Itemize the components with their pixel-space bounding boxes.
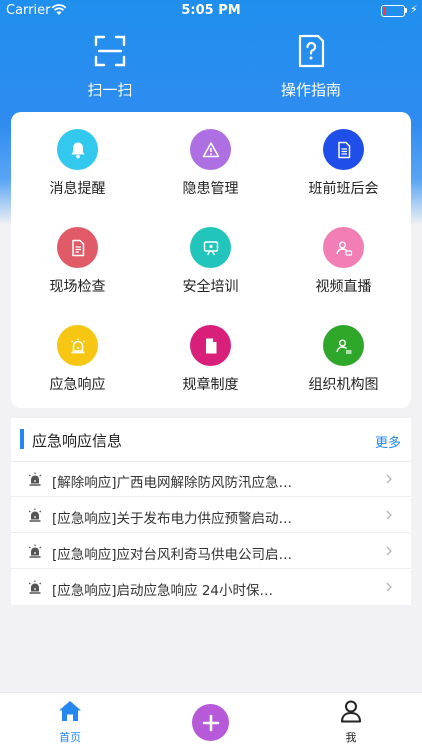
news-item-text: [应急响应]应对台风利奇马供电公司启… [52,547,293,563]
news-item-text: [解除响应]广西电网解除防风防汛应急… [52,475,293,491]
siren-icon [57,325,98,366]
grid-item-safety-training[interactable]: 安全培训 [144,227,277,296]
emergency-news-card: 应急响应信息 更多 [解除响应]广西电网解除防风防汛应急… [应急响应]关于发布… [11,418,411,605]
grid-item-notifications[interactable]: 消息提醒 [11,129,144,198]
news-item-text: [应急响应]关于发布电力供应预警启动… [52,511,293,527]
home-icon [59,701,81,721]
checklist-icon [57,227,98,268]
function-grid: 消息提醒 隐患管理 班前班后会 现场检查 安全培训 视频直播 应急响应 规章制度… [11,112,411,408]
news-header: 应急响应信息 更多 [11,418,411,462]
grid-item-label: 安全培训 [182,279,239,295]
more-link[interactable]: 更多 [375,432,401,451]
status-bar: Carrier 5:05 PM ⚡ [0,0,422,22]
bottom-tab-bar: 首页 我 [0,692,422,750]
org-chart-icon [323,325,364,366]
guide-icon [298,34,325,68]
grid-item-regulations[interactable]: 规章制度 [144,325,277,394]
grid-item-label: 现场检查 [49,279,106,295]
news-item[interactable]: [解除响应]广西电网解除防风防汛应急… [11,462,411,497]
tab-me-label: 我 [345,731,357,744]
siren-icon [28,508,42,522]
scan-icon [94,35,126,67]
tab-home-label: 首页 [59,731,81,744]
grid-item-live-video[interactable]: 视频直播 [277,227,410,296]
document-icon [323,129,364,170]
battery-icon [381,5,405,17]
add-button[interactable] [192,704,229,741]
news-item[interactable]: [应急响应]应对台风利奇马供电公司启… [11,534,411,569]
bell-icon [57,129,98,170]
tab-home[interactable]: 首页 [40,699,100,745]
plus-icon [202,714,219,731]
grid-item-label: 组织机构图 [308,377,379,393]
clock: 5:05 PM [181,3,241,18]
siren-icon [28,580,42,594]
file-icon [190,325,231,366]
live-video-icon [323,227,364,268]
section-accent-bar [20,429,24,449]
person-icon [341,700,361,723]
grid-item-label: 应急响应 [49,377,106,393]
grid-item-label: 隐患管理 [182,181,239,197]
grid-item-emergency-response[interactable]: 应急响应 [11,325,144,394]
grid-item-org-chart[interactable]: 组织机构图 [277,325,410,394]
grid-item-label: 消息提醒 [49,181,106,197]
chevron-right-icon [386,582,392,592]
tab-me[interactable]: 我 [321,699,381,745]
news-item-text: [应急响应]启动应急响应 24小时保… [52,583,274,599]
grid-item-hazards[interactable]: 隐患管理 [144,129,277,198]
scan-label: 扫一扫 [87,81,133,99]
news-title: 应急响应信息 [32,432,123,450]
siren-icon [28,472,42,486]
chevron-right-icon [386,510,392,520]
grid-item-label: 视频直播 [315,279,372,295]
training-icon [190,227,231,268]
chevron-right-icon [386,474,392,484]
news-item[interactable]: [应急响应]启动应急响应 24小时保… [11,570,411,605]
grid-item-label: 班前班后会 [308,181,379,197]
charging-icon: ⚡ [410,3,418,16]
guide-label: 操作指南 [280,81,341,99]
news-item[interactable]: [应急响应]关于发布电力供应预警启动… [11,498,411,533]
grid-item-label: 规章制度 [182,377,239,393]
guide-button[interactable]: 操作指南 [241,34,381,100]
warning-icon [190,129,231,170]
chevron-right-icon [386,546,392,556]
battery-tip [405,8,407,13]
grid-item-site-inspection[interactable]: 现场检查 [11,227,144,296]
siren-icon [28,544,42,558]
scan-button[interactable]: 扫一扫 [40,34,180,100]
grid-item-shift-meetings[interactable]: 班前班后会 [277,129,410,198]
